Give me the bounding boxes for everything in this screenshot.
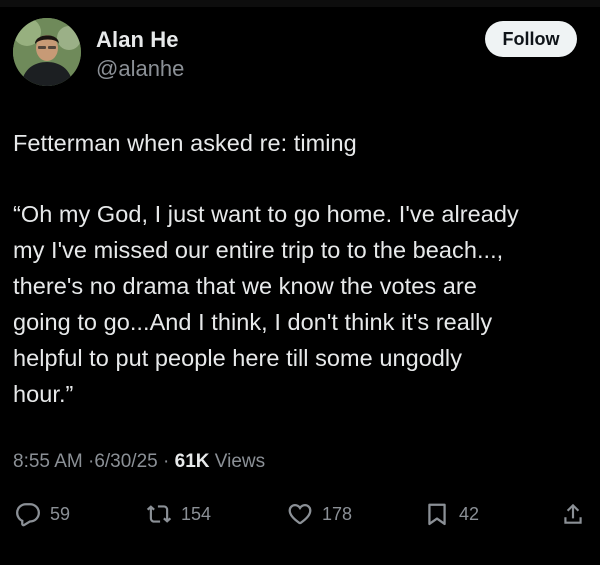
avatar[interactable] [13,18,81,86]
author-name[interactable]: Alan He [96,27,179,53]
tweet-text-line: hour.” [13,381,74,407]
views-label: Views [214,451,266,472]
tweet-text-line: Fetterman when asked re: timing [13,130,357,156]
repost-count: 154 [181,503,212,524]
meta-separator: · [163,451,170,472]
tweet-text-line: helpful to put people here till some ung… [13,345,462,371]
bookmark-count: 42 [459,503,480,524]
share-button[interactable] [560,500,586,528]
like-count: 178 [322,503,353,524]
tweet-text-line: my I've missed our entire trip to to the… [13,237,504,263]
tweet-meta: 8:55 AM ·6/30/25 · 61K Views [13,451,265,473]
like-button[interactable]: 178 [287,500,352,528]
tweet-card: Alan He @alanhe Follow Fetterman when as… [0,0,600,565]
tweet-text-line: there's no drama that we know the votes … [13,273,477,299]
follow-button[interactable]: Follow [485,21,577,57]
author-handle[interactable]: @alanhe [96,56,184,82]
tweet-text-line: going to go...And I think, I don't think… [13,309,493,335]
bookmark-button[interactable]: 42 [424,500,479,528]
repost-button[interactable]: 154 [146,500,211,528]
tweet-date[interactable]: 6/30/25 [94,451,157,472]
reply-icon [16,503,40,527]
reply-button[interactable]: 59 [15,500,70,528]
tweet-text-line: “Oh my God, I just want to go home. I've… [13,201,519,227]
like-icon [288,503,312,525]
reply-count: 59 [50,503,71,524]
bookmark-icon [428,503,446,526]
top-divider [0,0,600,7]
repost-icon [146,505,172,523]
share-icon [564,503,582,524]
views-count: 61K [174,451,210,472]
tweet-time[interactable]: 8:55 AM [13,451,83,472]
avatar-image [13,18,81,86]
